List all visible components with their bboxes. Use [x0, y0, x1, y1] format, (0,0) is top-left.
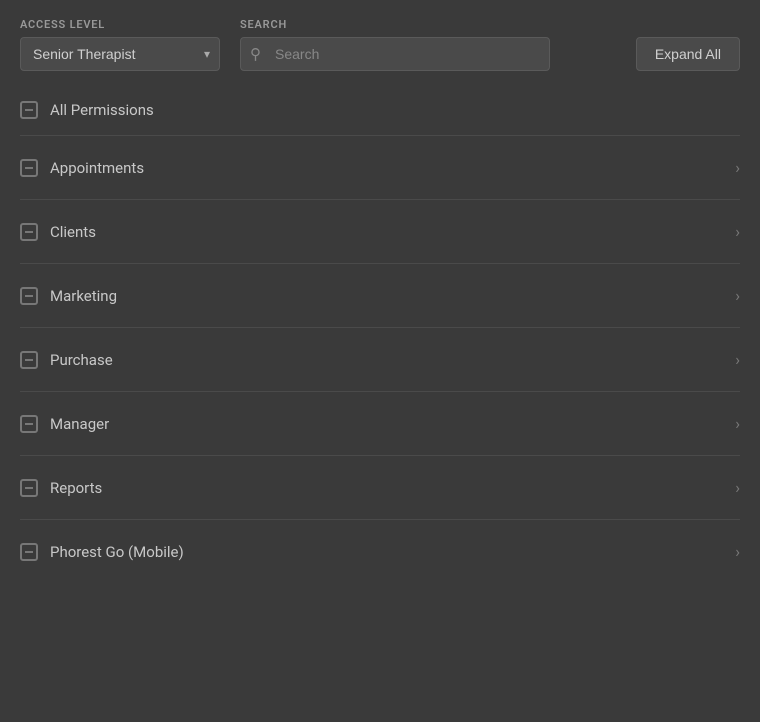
permission-left-purchase: Purchase	[20, 351, 113, 369]
permission-name-all-permissions: All Permissions	[50, 101, 154, 119]
checkbox-icon-manager	[20, 415, 38, 433]
search-input[interactable]	[240, 37, 550, 71]
permission-item-appointments[interactable]: Appointments ›	[20, 136, 740, 200]
permission-name-reports: Reports	[50, 479, 102, 497]
permission-name-clients: Clients	[50, 223, 96, 241]
permission-name-appointments: Appointments	[50, 159, 144, 177]
permission-left-reports: Reports	[20, 479, 102, 497]
access-level-group: ACCESS LEVEL Senior Therapist Junior The…	[20, 18, 220, 71]
chevron-right-icon-reports: ›	[735, 478, 740, 497]
permission-left-phorest-go: Phorest Go (Mobile)	[20, 543, 184, 561]
permission-item-manager[interactable]: Manager ›	[20, 392, 740, 456]
checkbox-icon-all-permissions	[20, 101, 38, 119]
chevron-right-icon-marketing: ›	[735, 286, 740, 305]
permission-name-phorest-go: Phorest Go (Mobile)	[50, 543, 184, 561]
permission-item-all-permissions[interactable]: All Permissions	[20, 85, 740, 136]
checkbox-icon-appointments	[20, 159, 38, 177]
permission-name-manager: Manager	[50, 415, 109, 433]
access-level-select-wrapper: Senior Therapist Junior Therapist Manage…	[20, 37, 220, 71]
chevron-right-icon-clients: ›	[735, 222, 740, 241]
chevron-right-icon-phorest-go: ›	[735, 542, 740, 561]
permission-item-marketing[interactable]: Marketing ›	[20, 264, 740, 328]
search-label: SEARCH	[240, 18, 550, 31]
chevron-right-icon-appointments: ›	[735, 158, 740, 177]
checkbox-icon-phorest-go	[20, 543, 38, 561]
permission-item-phorest-go[interactable]: Phorest Go (Mobile) ›	[20, 520, 740, 583]
header-right: Expand All	[636, 37, 740, 71]
checkbox-icon-clients	[20, 223, 38, 241]
permission-name-marketing: Marketing	[50, 287, 117, 305]
checkbox-icon-reports	[20, 479, 38, 497]
permission-name-purchase: Purchase	[50, 351, 113, 369]
permission-left-clients: Clients	[20, 223, 96, 241]
access-level-select[interactable]: Senior Therapist Junior Therapist Manage…	[20, 37, 220, 71]
permission-left-manager: Manager	[20, 415, 109, 433]
chevron-right-icon-manager: ›	[735, 414, 740, 433]
permission-left-appointments: Appointments	[20, 159, 144, 177]
permission-item-reports[interactable]: Reports ›	[20, 456, 740, 520]
search-wrapper: ⚲	[240, 37, 550, 71]
expand-all-button[interactable]: Expand All	[636, 37, 740, 71]
permission-item-purchase[interactable]: Purchase ›	[20, 328, 740, 392]
permissions-list: All Permissions Appointments › Clients ›…	[0, 85, 760, 583]
permission-item-clients[interactable]: Clients ›	[20, 200, 740, 264]
access-level-label: ACCESS LEVEL	[20, 18, 220, 31]
checkbox-icon-marketing	[20, 287, 38, 305]
search-group: SEARCH ⚲	[240, 18, 550, 71]
permission-left-marketing: Marketing	[20, 287, 117, 305]
header-bar: ACCESS LEVEL Senior Therapist Junior The…	[0, 0, 760, 85]
checkbox-icon-purchase	[20, 351, 38, 369]
permission-left: All Permissions	[20, 101, 154, 119]
chevron-right-icon-purchase: ›	[735, 350, 740, 369]
